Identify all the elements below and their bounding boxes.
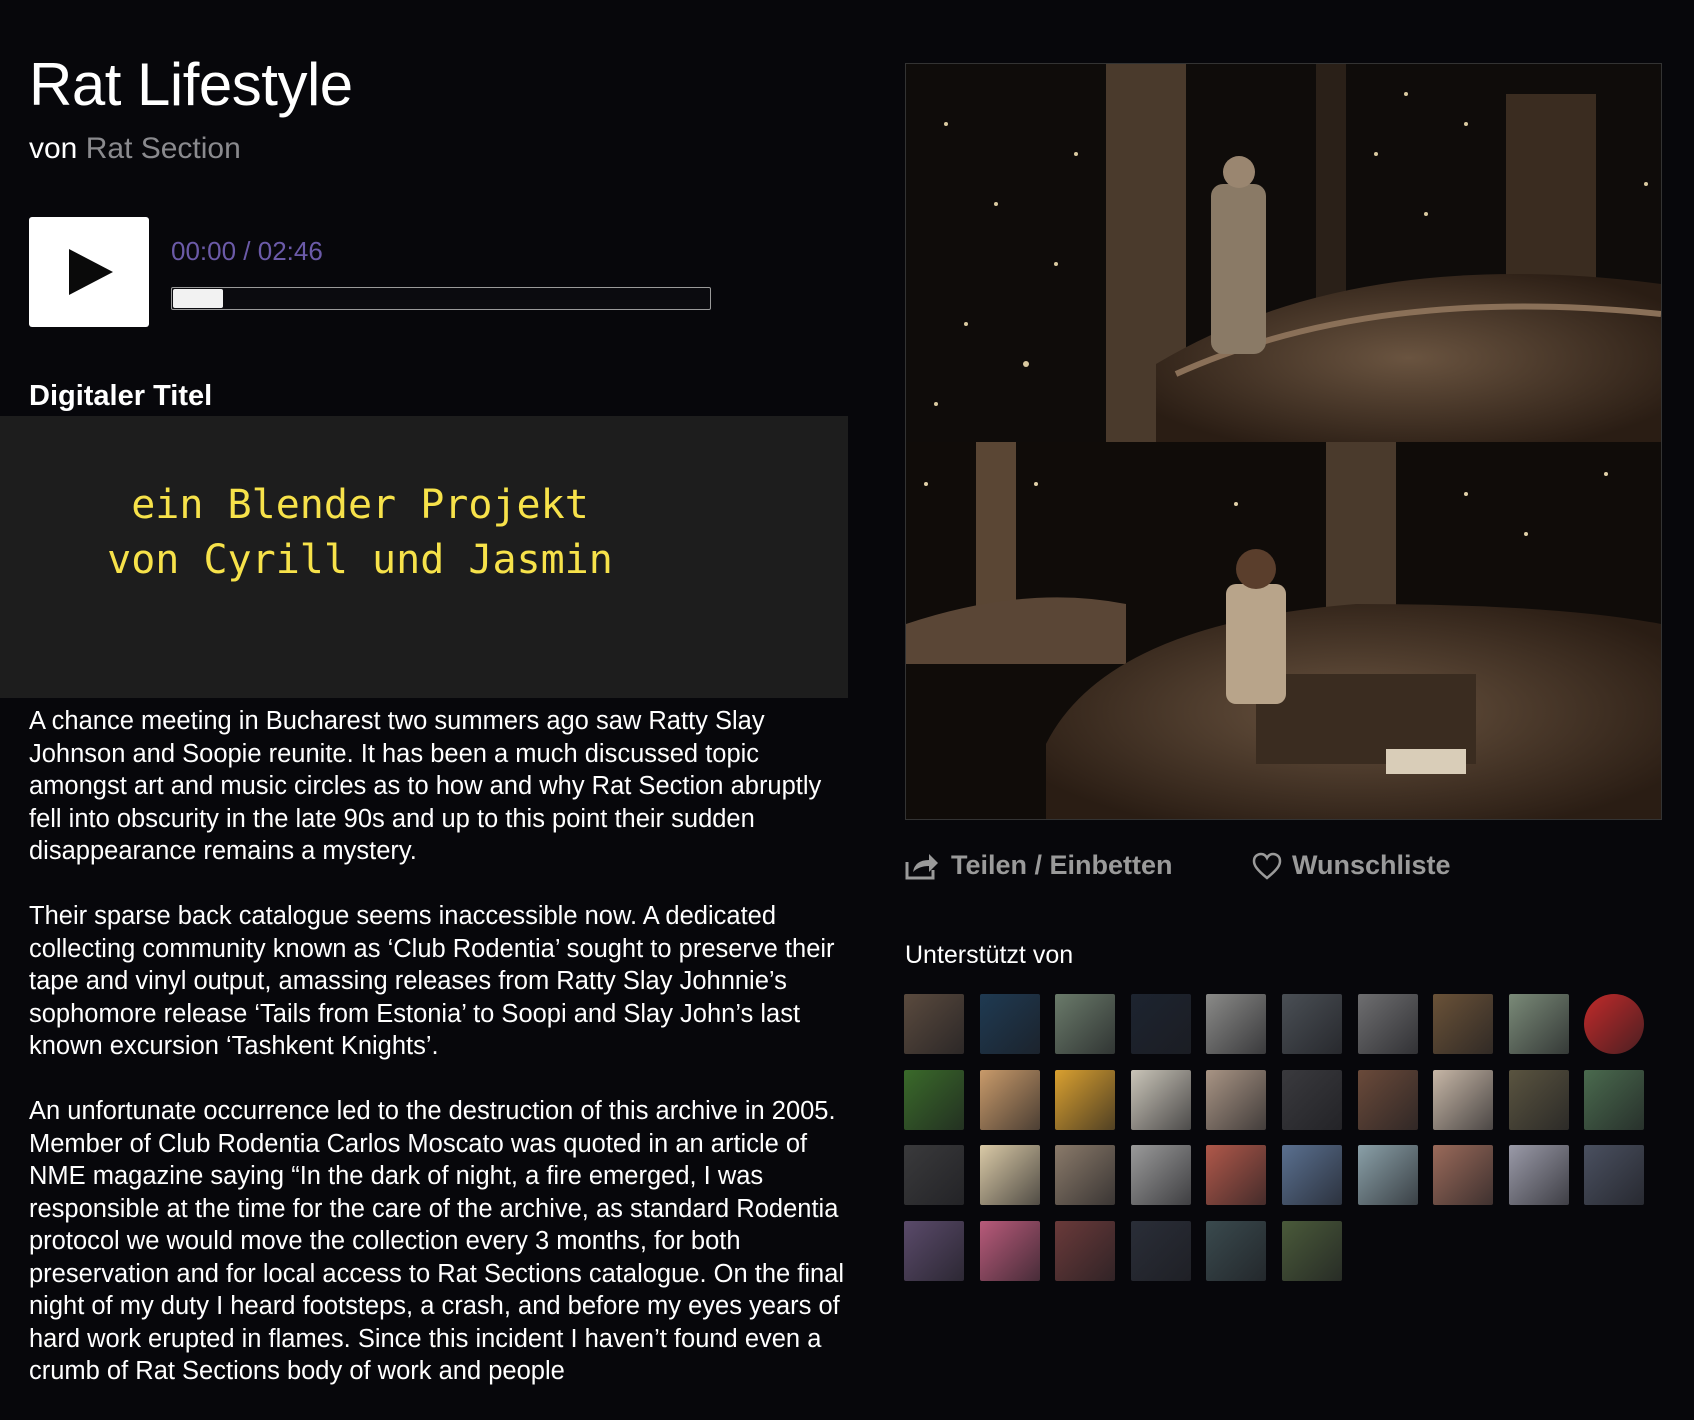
supporter-avatar[interactable] <box>980 1070 1040 1130</box>
supporter-avatar[interactable] <box>1433 1145 1493 1205</box>
play-icon <box>69 249 113 295</box>
supporter-avatar[interactable] <box>904 994 964 1054</box>
wishlist-label: Wunschliste <box>1292 850 1451 880</box>
supporter-avatar[interactable] <box>1358 1145 1418 1205</box>
supporter-avatar[interactable] <box>980 1221 1040 1281</box>
supporter-avatar[interactable] <box>1282 994 1342 1054</box>
supporter-avatar[interactable] <box>1131 1145 1191 1205</box>
release-details: Rat Lifestyle von Rat Section 00:00 / 02… <box>0 0 850 1390</box>
supporter-avatar[interactable] <box>1055 994 1115 1054</box>
supporter-avatar[interactable] <box>1131 994 1191 1054</box>
supporter-avatar[interactable] <box>1282 1221 1342 1281</box>
video-caption-line1: ein Blender Projekt <box>131 482 589 528</box>
supporter-avatar[interactable] <box>1584 994 1644 1054</box>
supporter-avatar[interactable] <box>1584 1145 1644 1205</box>
section-title: Digitaler Titel <box>29 380 213 412</box>
supporter-avatar[interactable] <box>1358 994 1418 1054</box>
artist-link[interactable]: Rat Section <box>86 132 241 165</box>
video-caption: ein Blender Projekt von Cyrill und Jasmi… <box>0 478 720 588</box>
supporter-avatar[interactable] <box>1055 1070 1115 1130</box>
supporter-avatar[interactable] <box>1282 1145 1342 1205</box>
video-caption-line2: von Cyrill und Jasmin <box>107 537 613 583</box>
supporter-avatar[interactable] <box>1433 1070 1493 1130</box>
by-prefix: von <box>29 132 78 165</box>
supporter-avatar[interactable] <box>1131 1221 1191 1281</box>
supporter-avatar[interactable] <box>1509 1070 1569 1130</box>
album-cover[interactable] <box>905 63 1662 820</box>
album-cover-image <box>906 64 1661 819</box>
supporter-avatar[interactable] <box>1433 994 1493 1054</box>
supporter-avatar[interactable] <box>1206 1145 1266 1205</box>
supporter-avatar[interactable] <box>1206 1070 1266 1130</box>
play-button[interactable] <box>29 217 149 327</box>
description-paragraph: Their sparse back catalogue seems inacce… <box>29 902 835 1060</box>
embedded-video[interactable]: ein Blender Projekt von Cyrill und Jasmi… <box>0 416 848 698</box>
heart-icon <box>1252 852 1282 880</box>
supporter-avatar[interactable] <box>1509 1145 1569 1205</box>
supporter-avatar[interactable] <box>1055 1145 1115 1205</box>
supporter-avatar[interactable] <box>1206 1221 1266 1281</box>
supporter-avatar[interactable] <box>1055 1221 1115 1281</box>
supported-by-heading: Unterstützt von <box>905 941 1074 969</box>
progress-bar[interactable] <box>171 287 711 310</box>
progress-handle[interactable] <box>173 289 223 308</box>
album-title: Rat Lifestyle <box>29 51 353 118</box>
share-embed-button[interactable]: Teilen / Einbetten <box>905 850 1173 881</box>
description-paragraph: An unfortunate occurrence led to the des… <box>29 1097 845 1385</box>
supporter-avatar[interactable] <box>1206 994 1266 1054</box>
byline: von Rat Section <box>29 132 241 166</box>
supporter-avatar[interactable] <box>1282 1070 1342 1130</box>
album-description: A chance meeting in Bucharest two summer… <box>29 705 849 1420</box>
supporter-avatar[interactable] <box>1509 994 1569 1054</box>
wishlist-button[interactable]: Wunschliste <box>1252 850 1451 881</box>
supporter-avatar[interactable] <box>904 1070 964 1130</box>
supporter-avatar[interactable] <box>1131 1070 1191 1130</box>
supporter-avatar[interactable] <box>980 1145 1040 1205</box>
supporter-avatar[interactable] <box>904 1145 964 1205</box>
supporter-avatar[interactable] <box>1358 1070 1418 1130</box>
description-paragraph: A chance meeting in Bucharest two summer… <box>29 707 822 865</box>
share-icon <box>905 853 938 879</box>
share-embed-label: Teilen / Einbetten <box>951 850 1173 880</box>
supporter-avatar[interactable] <box>980 994 1040 1054</box>
supporter-avatar[interactable] <box>1584 1070 1644 1130</box>
track-time: 00:00 / 02:46 <box>171 236 323 266</box>
supporter-avatar[interactable] <box>904 1221 964 1281</box>
